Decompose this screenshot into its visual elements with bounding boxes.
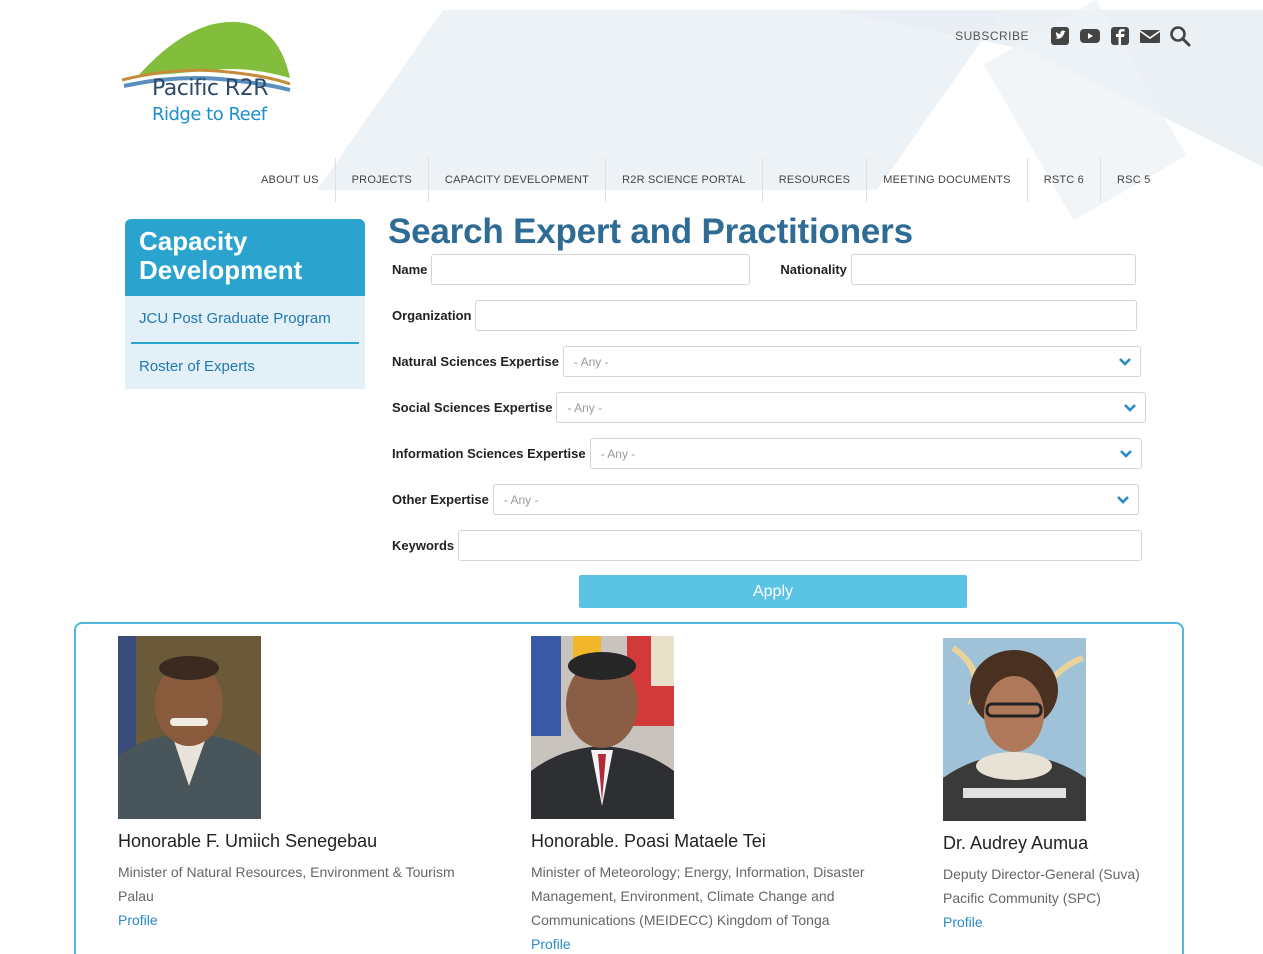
expert-role-line: Minister of Meteorology; Energy, Informa… (531, 864, 865, 880)
chevron-down-icon (1119, 450, 1132, 458)
keywords-field[interactable] (458, 530, 1143, 561)
social-sciences-label: Social Sciences Expertise (392, 400, 553, 415)
expert-photo[interactable] (118, 636, 261, 819)
profile-link[interactable]: Profile (118, 912, 158, 928)
expert-role-line: Deputy Director-General (Suva) (943, 866, 1140, 882)
profile-link[interactable]: Profile (531, 936, 571, 952)
expert-role-line: Communications (MEIDECC) Kingdom of Tong… (531, 912, 830, 928)
keywords-label: Keywords (392, 538, 455, 553)
information-sciences-row: Information Sciences Expertise - Any - (392, 438, 1142, 469)
name-label: Name (392, 262, 428, 277)
main-nav: ABOUT US PROJECTS CAPACITY DEVELOPMENT R… (245, 158, 1166, 202)
mail-icon[interactable] (1139, 25, 1161, 47)
information-sciences-select[interactable]: - Any - (589, 438, 1142, 469)
nav-rstc-6[interactable]: RSTC 6 (1028, 158, 1102, 202)
expert-photo[interactable] (943, 638, 1086, 821)
natural-sciences-label: Natural Sciences Expertise (392, 354, 559, 369)
nav-projects[interactable]: PROJECTS (336, 158, 429, 202)
information-sciences-label: Information Sciences Expertise (392, 446, 586, 461)
profile-link[interactable]: Profile (943, 914, 983, 930)
expert-name: Honorable. Poasi Mataele Tei (531, 831, 766, 851)
experts-list: Honorable F. Umiich Senegebau Minister o… (74, 622, 1184, 954)
chevron-down-icon (1116, 496, 1129, 504)
expert-role-line: Management, Environment, Climate Change … (531, 888, 835, 904)
organization-label: Organization (392, 308, 472, 323)
site-logo[interactable]: Pacific R2R Ridge to Reef (118, 18, 293, 136)
natural-sciences-value: - Any - (573, 354, 609, 369)
sidebar-title: Capacity Development (125, 219, 365, 296)
organization-field[interactable] (475, 300, 1138, 331)
nav-about-us[interactable]: ABOUT US (245, 158, 336, 202)
keywords-row: Keywords (392, 530, 1143, 561)
apply-button[interactable]: Apply (579, 575, 967, 608)
expert-role-line: Pacific Community (SPC) (943, 890, 1101, 906)
expert-photo[interactable] (531, 636, 674, 819)
expert-card: Honorable F. Umiich Senegebau Minister o… (118, 636, 518, 932)
expert-card: Dr. Audrey Aumua Deputy Director-General… (943, 638, 1173, 934)
name-nationality-row: Name Nationality (392, 254, 1136, 285)
nav-capacity-development[interactable]: CAPACITY DEVELOPMENT (429, 158, 607, 202)
nationality-field[interactable] (850, 254, 1136, 285)
expert-name: Honorable F. Umiich Senegebau (118, 831, 378, 851)
chevron-down-icon (1124, 404, 1137, 412)
sidebar-item-roster-of-experts[interactable]: Roster of Experts (125, 344, 365, 389)
organization-row: Organization (392, 300, 1138, 331)
utility-bar: SUBSCRIBE (955, 25, 1191, 47)
sidebar: Capacity Development JCU Post Graduate P… (125, 219, 365, 389)
nav-r2r-science-portal[interactable]: R2R SCIENCE PORTAL (606, 158, 763, 202)
other-expertise-select[interactable]: - Any - (492, 484, 1139, 515)
other-expertise-row: Other Expertise - Any - (392, 484, 1139, 515)
nationality-label: Nationality (780, 262, 847, 277)
search-icon[interactable] (1169, 25, 1191, 47)
expert-role: Deputy Director-General (Suva) Pacific C… (943, 862, 1173, 910)
expert-role-line: Palau (118, 888, 154, 904)
name-field[interactable] (431, 254, 751, 285)
logo-text-line2: Ridge to Reef (152, 104, 267, 125)
expert-role: Minister of Meteorology; Energy, Informa… (531, 860, 911, 932)
social-sciences-value: - Any - (567, 400, 603, 415)
expert-card: Honorable. Poasi Mataele Tei Minister of… (531, 636, 911, 954)
chevron-down-icon (1119, 358, 1131, 366)
natural-sciences-row: Natural Sciences Expertise - Any - (392, 346, 1141, 377)
subscribe-link[interactable]: SUBSCRIBE (955, 29, 1029, 43)
page-title: Search Expert and Practitioners (388, 212, 913, 251)
youtube-icon[interactable] (1079, 25, 1101, 47)
other-expertise-value: - Any - (503, 492, 539, 507)
other-expertise-label: Other Expertise (392, 492, 489, 507)
expert-role-line: Minister of Natural Resources, Environme… (118, 864, 455, 880)
twitter-icon[interactable] (1049, 25, 1071, 47)
social-sciences-select[interactable]: - Any - (556, 392, 1147, 423)
facebook-icon[interactable] (1109, 25, 1131, 47)
natural-sciences-select[interactable]: - Any - (562, 346, 1141, 377)
nav-meeting-documents[interactable]: MEETING DOCUMENTS (867, 158, 1028, 202)
sidebar-item-jcu-post-graduate[interactable]: JCU Post Graduate Program (125, 296, 365, 342)
information-sciences-value: - Any - (600, 446, 636, 461)
expert-role: Minister of Natural Resources, Environme… (118, 860, 518, 908)
nav-resources[interactable]: RESOURCES (763, 158, 868, 202)
social-sciences-row: Social Sciences Expertise - Any - (392, 392, 1147, 423)
logo-text-line1: Pacific R2R (152, 76, 268, 101)
expert-name: Dr. Audrey Aumua (943, 833, 1089, 853)
nav-rsc-5[interactable]: RSC 5 (1101, 158, 1166, 202)
